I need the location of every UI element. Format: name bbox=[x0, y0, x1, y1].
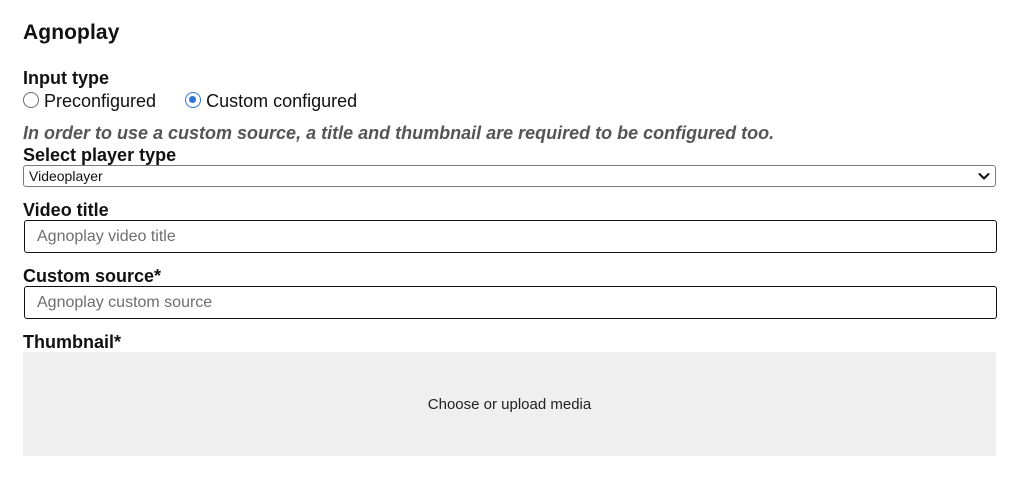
media-upload-area[interactable]: Choose or upload media bbox=[23, 352, 996, 456]
input-type-radio-group: Preconfigured Custom configured bbox=[23, 89, 357, 113]
player-type-label: Select player type bbox=[23, 145, 177, 165]
player-type-selected-value: Videoplayer bbox=[29, 168, 103, 184]
block-title: Agnoplay bbox=[23, 21, 120, 44]
custom-source-notice: In order to use a custom source, a title… bbox=[23, 123, 775, 143]
custom-source-label: Custom source* bbox=[23, 266, 162, 286]
video-title-input[interactable]: Agnoplay video title bbox=[24, 220, 997, 253]
chevron-down-icon bbox=[978, 173, 990, 180]
thumbnail-label: Thumbnail* bbox=[23, 332, 121, 352]
player-type-select[interactable]: Videoplayer bbox=[23, 165, 996, 187]
radio-preconfigured-label[interactable]: Preconfigured bbox=[44, 91, 156, 112]
media-upload-action[interactable]: Choose or upload media bbox=[428, 396, 591, 413]
radio-preconfigured[interactable]: Preconfigured bbox=[23, 91, 156, 112]
video-title-placeholder: Agnoplay video title bbox=[37, 227, 176, 245]
video-title-label: Video title bbox=[23, 200, 109, 220]
radio-custom-configured-label[interactable]: Custom configured bbox=[206, 91, 357, 112]
input-type-label: Input type bbox=[23, 68, 109, 88]
custom-source-placeholder: Agnoplay custom source bbox=[37, 293, 213, 311]
radio-checked-icon[interactable] bbox=[185, 92, 202, 108]
radio-unchecked-icon[interactable] bbox=[23, 92, 39, 108]
custom-source-input[interactable]: Agnoplay custom source bbox=[24, 286, 997, 319]
radio-custom-configured[interactable]: Custom configured bbox=[185, 91, 357, 112]
